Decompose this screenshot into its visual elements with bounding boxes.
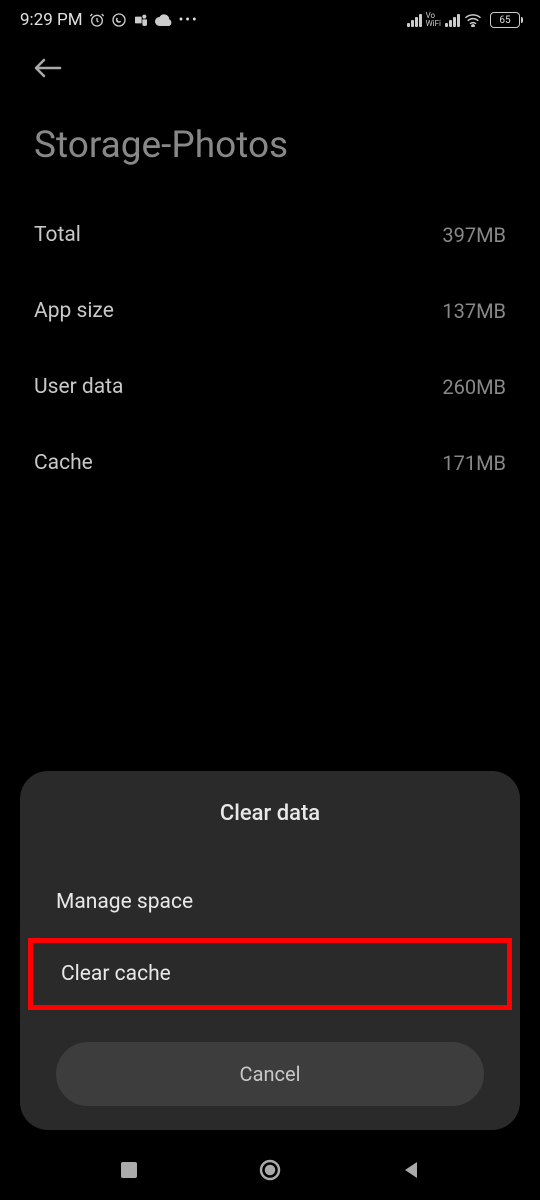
storage-value: 137MB <box>442 299 506 323</box>
status-right: VoWiFi 65 <box>407 12 520 28</box>
teams-icon <box>133 12 149 28</box>
whatsapp-icon <box>111 12 127 28</box>
back-button[interactable] <box>0 40 540 94</box>
storage-list: Total 397MB App size 137MB User data 260… <box>0 197 540 501</box>
storage-row-total: Total 397MB <box>34 197 506 273</box>
storage-row-userdata: User data 260MB <box>34 349 506 425</box>
nav-home[interactable] <box>258 1158 282 1182</box>
storage-label: Total <box>34 223 81 247</box>
storage-label: App size <box>34 299 114 323</box>
alarm-icon <box>89 12 105 28</box>
dialog-title: Clear data <box>20 801 520 826</box>
nav-recents[interactable] <box>119 1160 139 1180</box>
nav-bar <box>0 1140 540 1200</box>
battery-level: 65 <box>499 15 510 26</box>
storage-label: Cache <box>34 451 93 475</box>
vowifi-icon: VoWiFi <box>426 12 441 28</box>
signal-icon-2 <box>445 13 460 27</box>
signal-icon-1 <box>407 13 422 27</box>
status-time: 9:29 PM <box>20 10 83 30</box>
manage-space-option[interactable]: Manage space <box>20 866 520 938</box>
status-left: 9:29 PM ••• <box>20 10 199 30</box>
storage-value: 260MB <box>442 375 506 399</box>
wifi-icon <box>464 13 482 27</box>
cancel-button[interactable]: Cancel <box>56 1042 484 1106</box>
clear-cache-option[interactable]: Clear cache <box>28 938 512 1010</box>
storage-value: 397MB <box>442 223 506 247</box>
storage-value: 171MB <box>442 451 506 475</box>
nav-back[interactable] <box>401 1160 421 1180</box>
cloud-icon <box>155 13 173 27</box>
storage-row-appsize: App size 137MB <box>34 273 506 349</box>
status-bar: 9:29 PM ••• VoWiFi 65 <box>0 0 540 40</box>
clear-data-dialog: Clear data Manage space Clear cache Canc… <box>20 771 520 1130</box>
storage-label: User data <box>34 375 123 399</box>
page-title: Storage-Photos <box>0 94 540 197</box>
more-icon: ••• <box>179 12 199 28</box>
battery-icon: 65 <box>490 12 520 28</box>
storage-row-cache: Cache 171MB <box>34 425 506 501</box>
